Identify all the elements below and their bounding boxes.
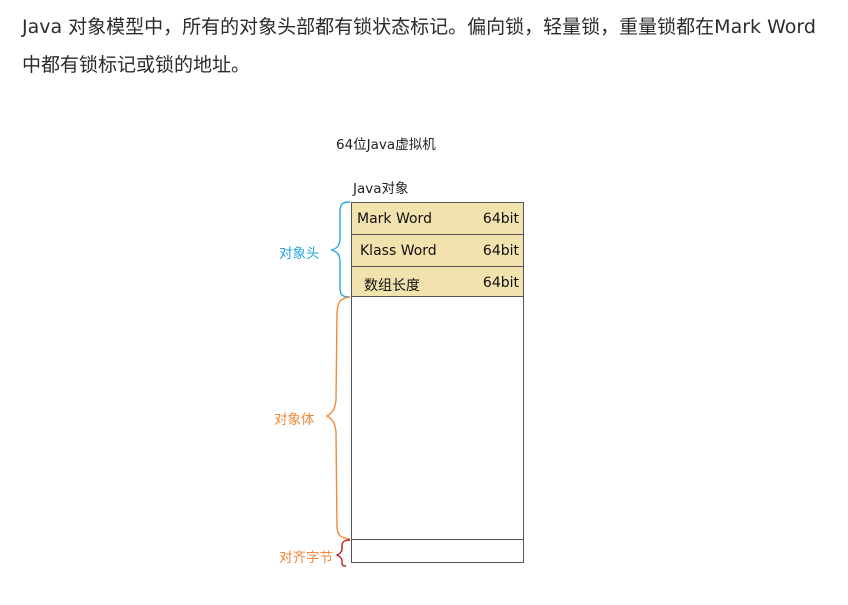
body-region-label: 对象体: [274, 412, 315, 428]
padding-brace: [335, 539, 351, 567]
header-brace: [330, 201, 351, 298]
header-region-label: 对象头: [279, 246, 320, 262]
brace-graphics: [325, 201, 351, 567]
padding-region-label: 对齐字节: [279, 550, 333, 566]
body-brace: [325, 296, 351, 540]
